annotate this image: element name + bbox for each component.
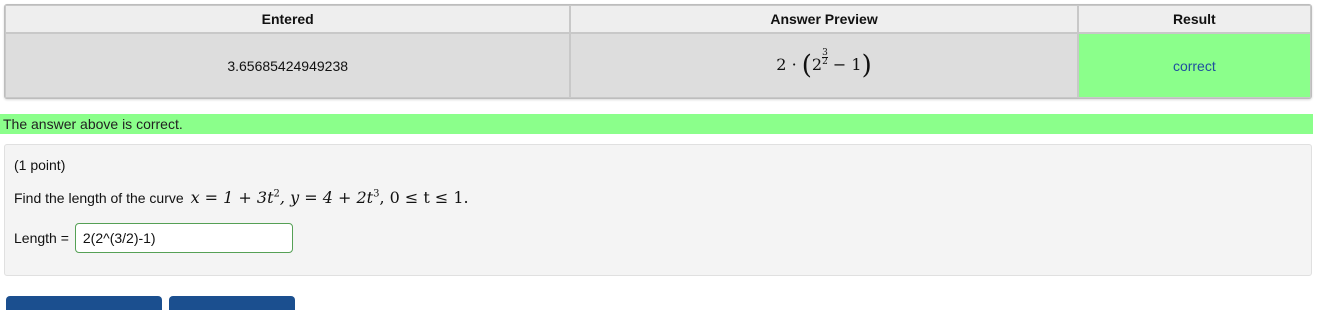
- correct-banner: The answer above is correct.: [0, 114, 1313, 134]
- table-row: 3.65685424949238 2 · (2 3 2 − 1) correct: [5, 33, 1311, 98]
- preview-exponent: 32: [822, 47, 828, 67]
- preview-base: 2: [811, 55, 823, 74]
- answer-row: Length =: [14, 223, 293, 253]
- problem-points: (1 point): [14, 157, 66, 173]
- preview-answers-button[interactable]: [169, 296, 295, 310]
- answer-label: Length =: [14, 230, 69, 246]
- problem-math: x = 1 + 3t2, y = 4 + 2t3, 0 ≤ t ≤ 1.: [190, 188, 469, 207]
- problem-prompt: Find the length of the curve: [14, 190, 184, 206]
- problem-question: Find the length of the curve x = 1 + 3t2…: [14, 188, 469, 207]
- preview-coef: 2: [776, 55, 787, 74]
- results-table: Entered Answer Preview Result 3.65685424…: [4, 4, 1312, 99]
- answer-preview: 2 · (2 3 2 − 1): [570, 33, 1078, 98]
- entered-value: 3.65685424949238: [5, 33, 571, 98]
- preview-minus: −: [832, 55, 847, 74]
- result-status: correct: [1077, 33, 1311, 98]
- preview-math: 2 · (2 3 2 − 1): [776, 47, 872, 81]
- answer-input[interactable]: [74, 223, 293, 253]
- header-answer-preview: Answer Preview: [570, 5, 1078, 33]
- preview-one: 1: [851, 55, 862, 74]
- preview-dot: ·: [791, 55, 797, 74]
- header-result: Result: [1077, 5, 1311, 33]
- submit-answers-button[interactable]: [6, 296, 162, 310]
- problem-panel: (1 point) Find the length of the curve x…: [4, 144, 1312, 276]
- header-entered: Entered: [5, 5, 571, 33]
